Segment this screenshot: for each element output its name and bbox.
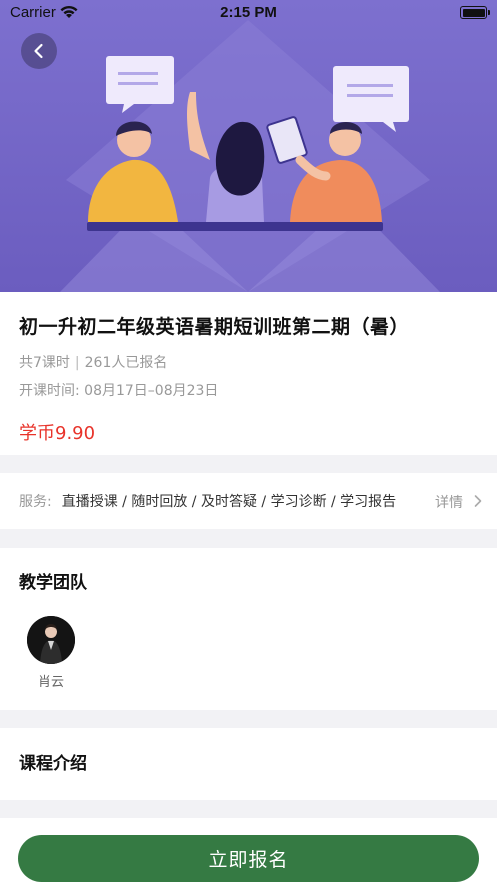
battery-icon bbox=[460, 6, 490, 19]
team-heading: 教学团队 bbox=[19, 573, 87, 593]
enroll-button[interactable]: 立即报名 bbox=[18, 835, 479, 882]
cover-illustration bbox=[0, 0, 497, 292]
back-button[interactable] bbox=[21, 33, 57, 69]
teacher-avatar[interactable] bbox=[27, 616, 75, 664]
lesson-count: 共7课时 bbox=[19, 355, 70, 371]
course-price: 学币9.90 bbox=[19, 423, 96, 444]
enrolled-count: 261人已报名 bbox=[84, 355, 168, 371]
course-intro-section: 课程介绍 bbox=[0, 728, 497, 800]
status-bar: Carrier 2:15 PM bbox=[0, 0, 497, 26]
status-time: 2:15 PM bbox=[220, 4, 277, 21]
services-label: 服务: bbox=[19, 494, 52, 510]
services-list: 直播授课 / 随时回放 / 及时答疑 / 学习诊断 / 学习报告 bbox=[61, 494, 397, 510]
services-detail-link[interactable]: 详情 bbox=[435, 492, 463, 512]
intro-heading: 课程介绍 bbox=[19, 754, 87, 774]
teaching-team-section: 教学团队 肖云 bbox=[0, 548, 497, 710]
chevron-left-icon bbox=[34, 43, 43, 59]
course-title: 初一升初二年级英语暑期短训班第二期（暑） bbox=[19, 316, 410, 338]
chevron-right-icon[interactable] bbox=[473, 494, 483, 508]
teacher-name: 肖云 bbox=[37, 675, 64, 690]
course-schedule: 开课时间: 08月17日–08月23日 bbox=[19, 383, 219, 399]
services-row[interactable]: 服务: 直播授课 / 随时回放 / 及时答疑 / 学习诊断 / 学习报告 详情 bbox=[0, 473, 497, 529]
course-info-section: 初一升初二年级英语暑期短训班第二期（暑） 共7课时 | 261人已报名 开课时间: … bbox=[0, 292, 497, 455]
teacher-card[interactable]: 肖云 bbox=[27, 616, 75, 690]
bottom-bar: 立即报名 bbox=[0, 818, 497, 883]
meta-divider: | bbox=[74, 355, 80, 371]
course-cover-image bbox=[0, 0, 497, 292]
course-meta: 共7课时 | 261人已报名 bbox=[19, 352, 167, 372]
